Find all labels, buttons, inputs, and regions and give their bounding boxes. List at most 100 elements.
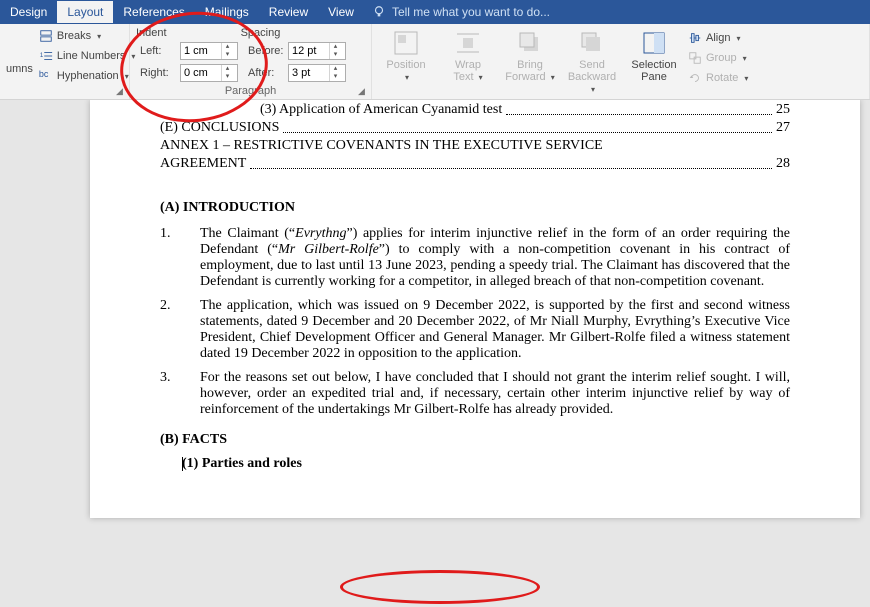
hyphenation-button[interactable]: bc Hyphenation ▾ [39,67,136,85]
dialog-launcher-icon[interactable]: ◢ [358,86,368,96]
toc-text: (E) CONCLUSIONS [160,120,279,136]
toc-page: 25 [776,102,790,118]
send-backward-icon [578,29,606,57]
sp-l1: Selection [631,59,676,71]
selection-pane-icon [640,29,668,57]
bring-forward-button[interactable]: BringForward ▾ [502,27,558,86]
toc-leader [506,102,772,115]
spacing-after-label: After: [248,67,284,79]
breaks-label: Breaks [57,30,91,42]
spacing-before-label: Before: [248,45,284,57]
align-label: Align [706,32,730,44]
wrap-l1: Wrap [455,59,481,71]
para-text: The Claimant (“Evrythng”) applies for in… [200,226,790,290]
indent-left-value[interactable] [181,45,221,57]
bulb-icon [372,5,386,19]
chevron-down-icon: ▾ [97,32,101,41]
hyphenation-icon: bc [39,69,53,83]
wrap-text-button[interactable]: WrapText ▾ [440,27,496,86]
spin-up-icon[interactable]: ▴ [222,65,233,73]
spacing-before-input[interactable]: ▴▾ [288,42,346,60]
document-page[interactable]: (3) Application of American Cyanamid tes… [90,100,860,518]
columns-partial-label: umns [6,63,33,75]
position-icon [392,29,420,57]
rotate-icon [688,71,702,85]
tab-references[interactable]: References [113,1,194,23]
breaks-icon [39,29,53,43]
group-button[interactable]: Group ▾ [688,49,748,67]
spin-up-icon[interactable]: ▴ [222,43,233,51]
spacing-after-value[interactable] [289,67,329,79]
tell-me[interactable]: Tell me what you want to do... [372,5,550,19]
toc-leader [250,156,772,169]
para-number: 1. [160,226,200,290]
align-icon [688,31,702,45]
group-icon [688,51,702,65]
indent-right-input[interactable]: ▴▾ [180,64,238,82]
wrap-text-icon [454,29,482,57]
toc-text: (3) Application of American Cyanamid tes… [260,102,502,118]
line-numbers-button[interactable]: 1 Line Numbers ▾ [39,47,136,65]
position-label: Position [386,59,425,71]
send-backward-button[interactable]: SendBackward ▾ [564,27,620,98]
spin-up-icon[interactable]: ▴ [330,43,341,51]
group-paragraph: Indent Spacing Left: ▴▾ Right: [130,24,372,99]
spin-up-icon[interactable]: ▴ [330,65,341,73]
bring-forward-icon [516,29,544,57]
annex-line1: ANNEX 1 – RESTRICTIVE COVENANTS IN THE E… [160,138,790,154]
toc-leader [283,120,772,133]
bw-l2: Backward [568,71,616,83]
indent-right-label: Right: [140,67,176,79]
group-label-paragraph: Paragraph [136,83,365,97]
chevron-down-icon: ▾ [736,34,740,43]
tab-design[interactable]: Design [0,1,57,23]
position-button[interactable]: Position▾ [378,27,434,86]
tab-layout[interactable]: Layout [57,1,113,23]
toc-page: 27 [776,120,790,136]
sp-l2: Pane [641,71,667,83]
toc-line: (3) Application of American Cyanamid tes… [260,102,790,118]
spin-down-icon[interactable]: ▾ [222,51,233,59]
chevron-down-icon: ▾ [125,72,129,81]
numbered-paragraph: 1.The Claimant (“Evrythng”) applies for … [160,226,790,290]
tab-view[interactable]: View [318,1,364,23]
para-number: 3. [160,370,200,418]
indent-title: Indent [136,27,167,39]
spacing-title: Spacing [241,27,281,39]
rotate-button[interactable]: Rotate ▾ [688,69,748,87]
heading-introduction: (A) INTRODUCTION [160,200,790,216]
indent-left-input[interactable]: ▴▾ [180,42,238,60]
bw-l1: Send [579,59,605,71]
spin-down-icon[interactable]: ▾ [330,51,341,59]
heading-facts: (B) FACTS [160,432,790,448]
tell-me-label: Tell me what you want to do... [392,5,550,19]
indent-right-value[interactable] [181,67,221,79]
group-label-pagesetup [6,85,123,99]
subheading-parties: (1) Parties and roles [182,456,790,472]
chevron-down-icon: ▾ [743,54,747,63]
align-button[interactable]: Align ▾ [688,29,748,47]
wrap-l2: Text [453,71,473,83]
line-numbers-label: Line Numbers [57,50,125,62]
dialog-launcher-icon[interactable]: ◢ [116,86,126,96]
rotate-label: Rotate [706,72,738,84]
breaks-button[interactable]: Breaks ▾ [39,27,136,45]
spin-down-icon[interactable]: ▾ [330,73,341,81]
ribbon-tabs: Design Layout References Mailings Review… [0,0,870,24]
annex-page: 28 [776,156,790,172]
tab-review[interactable]: Review [259,1,318,23]
para-text: For the reasons set out below, I have co… [200,370,790,418]
para-text: The application, which was issued on 9 D… [200,298,790,362]
tab-mailings[interactable]: Mailings [195,1,259,23]
hyphenation-label: Hyphenation [57,70,119,82]
document-area[interactable]: (3) Application of American Cyanamid tes… [0,100,870,607]
spacing-after-input[interactable]: ▴▾ [288,64,346,82]
annex-line2: AGREEMENT [160,156,246,172]
spin-down-icon[interactable]: ▾ [222,73,233,81]
spacing-before-value[interactable] [289,45,329,57]
group-arrange: Position▾ WrapText ▾ BringForward ▾ Send… [372,24,870,99]
line-numbers-icon: 1 [39,49,53,63]
selection-pane-button[interactable]: SelectionPane [626,27,682,85]
numbered-paragraph: 3.For the reasons set out below, I have … [160,370,790,418]
svg-text:1: 1 [40,52,44,59]
